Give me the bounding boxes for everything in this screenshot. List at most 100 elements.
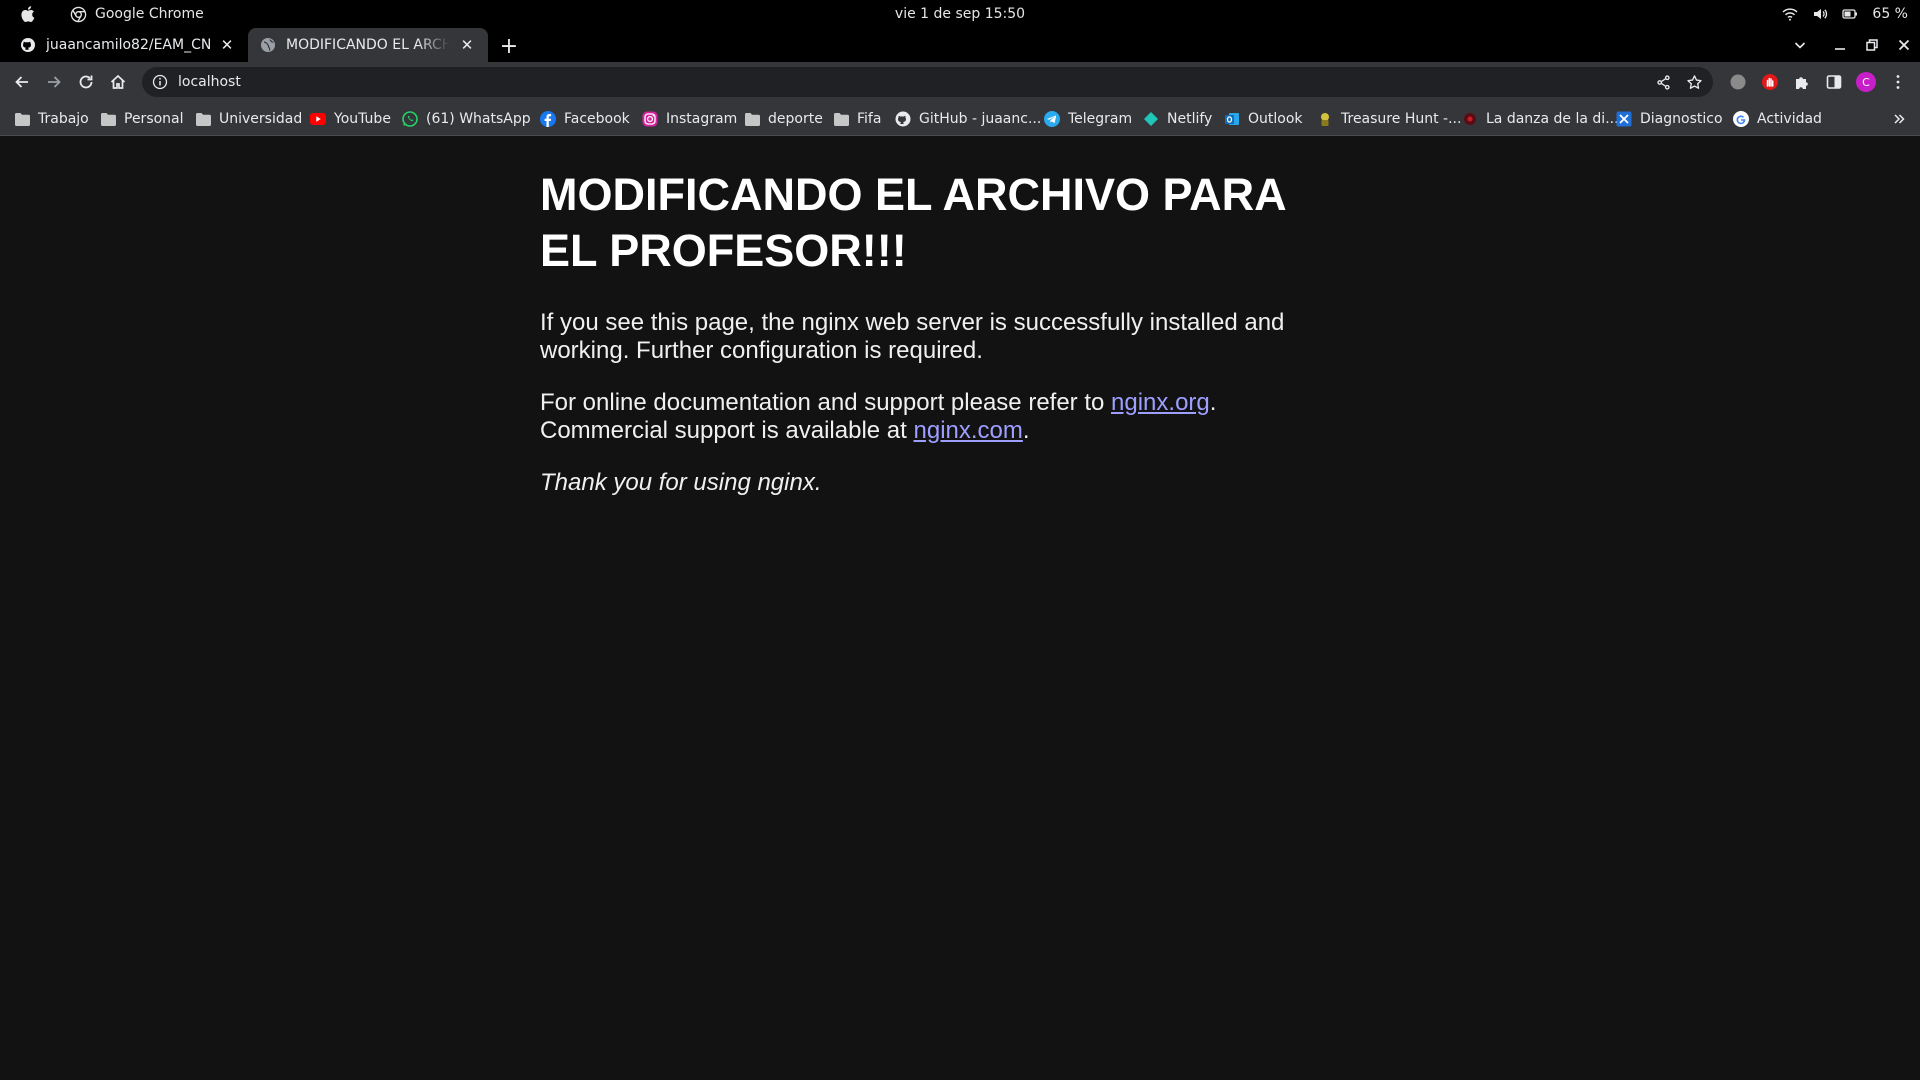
instagram-icon xyxy=(642,111,658,127)
folder-icon xyxy=(744,111,760,127)
address-bar-actions xyxy=(1655,67,1703,97)
puzzle-icon xyxy=(1796,77,1808,89)
bookmark-fifa[interactable]: Fifa xyxy=(833,102,881,136)
bookmark-label: Treasure Hunt -... xyxy=(1341,111,1462,127)
menu-button[interactable] xyxy=(1887,71,1909,93)
bookmark-label: YouTube xyxy=(334,111,391,127)
bookmark-label: Fifa xyxy=(857,111,882,127)
commercial-text: Commercial support is available at xyxy=(540,417,914,444)
bookmark-whatsapp[interactable]: (61) WhatsApp xyxy=(402,102,531,136)
new-tab-button[interactable]: + xyxy=(496,33,522,59)
thanks-paragraph: Thank you for using nginx. xyxy=(540,469,1340,497)
os-top-bar: Google Chrome vie 1 de sep 15:50 65 % xyxy=(0,0,1920,28)
support-paragraph: For online documentation and support ple… xyxy=(540,389,1340,445)
bookmark-telegram[interactable]: Telegram xyxy=(1044,102,1132,136)
bookmark-github[interactable]: GitHub - juaanc... xyxy=(895,102,1041,136)
reload-button[interactable] xyxy=(72,68,100,96)
close-tab-icon[interactable]: ✕ xyxy=(458,36,476,54)
bookmark-deporte[interactable]: deporte xyxy=(744,102,823,136)
bookmark-instagram[interactable]: Instagram xyxy=(642,102,737,136)
nginx-org-link[interactable]: nginx.org xyxy=(1111,389,1210,416)
extension-red[interactable] xyxy=(1759,71,1781,93)
bookmark-personal[interactable]: Personal xyxy=(100,102,184,136)
address-bar[interactable]: localhost xyxy=(142,67,1713,97)
bookmark-netlify[interactable]: Netlify xyxy=(1143,102,1212,136)
bookmark-label: (61) WhatsApp xyxy=(426,111,531,127)
bookmark-diagnostico[interactable]: Diagnostico xyxy=(1616,102,1723,136)
close-window-button[interactable] xyxy=(1888,28,1920,62)
star-icon[interactable] xyxy=(1686,74,1703,91)
extension-gray[interactable] xyxy=(1727,71,1749,93)
home-button[interactable] xyxy=(104,68,132,96)
window-controls xyxy=(1824,28,1920,62)
bookmark-youtube[interactable]: YouTube xyxy=(310,102,391,136)
os-clock[interactable]: vie 1 de sep 15:50 xyxy=(0,6,1920,22)
bookmark-la-danza[interactable]: La danza de la di... xyxy=(1462,102,1619,136)
globe-icon xyxy=(261,38,275,52)
diagnostico-icon xyxy=(1616,111,1632,127)
extensions-button[interactable] xyxy=(1791,71,1813,93)
google-icon xyxy=(1733,111,1749,127)
bookmark-treasure-hunt[interactable]: Treasure Hunt -... xyxy=(1317,102,1461,136)
netlify-icon xyxy=(1143,111,1159,127)
nginx-welcome-content: MODIFICANDO EL ARCHIVO PARA EL PROFESOR!… xyxy=(540,167,1340,521)
bookmark-label: deporte xyxy=(768,111,823,127)
page-viewport: MODIFICANDO EL ARCHIVO PARA EL PROFESOR!… xyxy=(0,137,1920,1080)
volume-icon[interactable] xyxy=(1812,6,1828,22)
tab-search-button[interactable] xyxy=(1784,28,1816,62)
bookmark-label: Personal xyxy=(124,111,184,127)
support-text-period: . xyxy=(1209,389,1217,416)
bookmark-label: Diagnostico xyxy=(1640,111,1723,127)
bookmark-label: Trabajo xyxy=(38,111,89,127)
back-button[interactable] xyxy=(8,68,36,96)
minimize-button[interactable] xyxy=(1824,28,1856,62)
avatar[interactable]: C xyxy=(1856,72,1876,92)
thanks-text: Thank you for using nginx. xyxy=(540,469,822,496)
battery-icon[interactable] xyxy=(1842,6,1858,22)
intro-paragraph: If you see this page, the nginx web serv… xyxy=(540,309,1285,364)
folder-icon xyxy=(833,111,849,127)
chevron-down-icon xyxy=(1794,42,1806,49)
bookmark-facebook[interactable]: Facebook xyxy=(540,102,630,136)
github-icon xyxy=(21,38,35,52)
browser-toolbar: localhost C xyxy=(0,62,1920,102)
side-panel-button[interactable] xyxy=(1823,71,1845,93)
bookmark-universidad[interactable]: Universidad xyxy=(195,102,302,136)
tab-localhost[interactable]: MODIFICANDO EL ARCHIVO PARA EL PROFESOR!… xyxy=(248,28,488,62)
bookmark-label: Instagram xyxy=(666,111,738,127)
more-bookmarks-button[interactable] xyxy=(1892,102,1906,136)
bookmark-actividad[interactable]: Actividad xyxy=(1733,102,1822,136)
bookmark-label: La danza de la di... xyxy=(1486,111,1619,127)
folder-icon xyxy=(100,111,116,127)
bookmarks-bar: Trabajo Personal Universidad YouTube (61… xyxy=(0,102,1920,136)
bookmark-label: Outlook xyxy=(1248,111,1303,127)
url-text: localhost xyxy=(178,74,241,90)
close-tab-icon[interactable]: ✕ xyxy=(218,36,236,54)
battery-percent: 65 % xyxy=(1872,6,1908,22)
bookmark-label: Telegram xyxy=(1068,111,1133,127)
outlook-icon xyxy=(1224,111,1240,127)
github-icon xyxy=(895,111,911,127)
danza-icon xyxy=(1462,111,1478,127)
minimize-icon xyxy=(1835,48,1845,50)
wifi-icon[interactable] xyxy=(1782,6,1798,22)
restore-button[interactable] xyxy=(1856,28,1888,62)
facebook-icon xyxy=(540,111,556,127)
bookmark-trabajo[interactable]: Trabajo xyxy=(14,102,89,136)
bookmark-label: Universidad xyxy=(219,111,303,127)
arrow-right-icon xyxy=(48,76,61,88)
tab-title: juaancamilo82/EAM_CNC xyxy=(46,37,210,53)
tab-github[interactable]: juaancamilo82/EAM_CNC ✕ xyxy=(8,28,248,62)
treasure-icon xyxy=(1317,111,1333,127)
bookmark-label: Facebook xyxy=(564,111,630,127)
share-icon[interactable] xyxy=(1655,74,1672,91)
home-icon xyxy=(110,74,126,89)
hand-stop-icon xyxy=(1762,74,1778,90)
info-icon[interactable] xyxy=(152,74,168,90)
gray-circle-icon xyxy=(1730,74,1746,90)
commercial-text-period: . xyxy=(1022,417,1030,444)
bookmark-label: Netlify xyxy=(1167,111,1213,127)
forward-button[interactable] xyxy=(40,68,68,96)
nginx-com-link[interactable]: nginx.com xyxy=(914,417,1023,444)
bookmark-outlook[interactable]: Outlook xyxy=(1224,102,1303,136)
